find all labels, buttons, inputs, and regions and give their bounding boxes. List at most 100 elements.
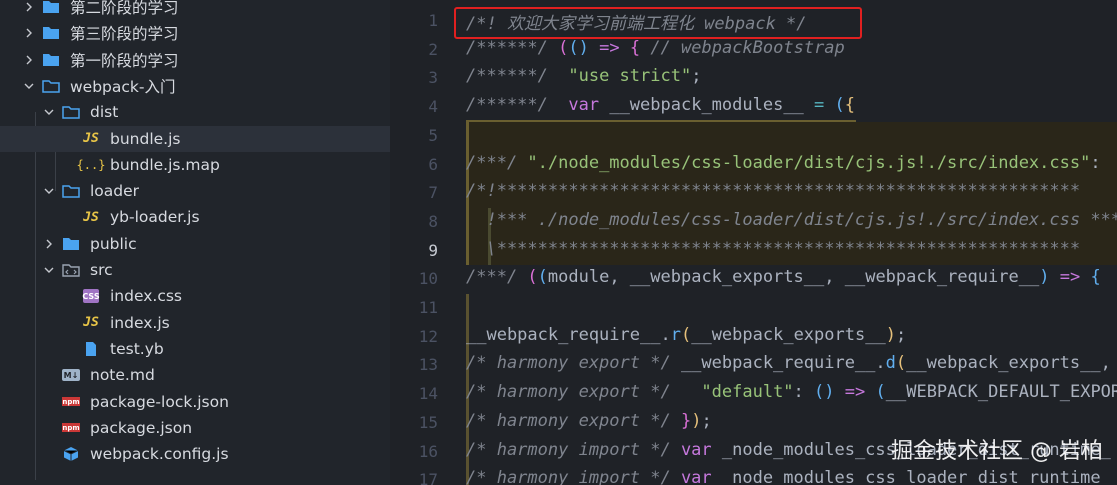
chevron-right-icon[interactable]: [22, 0, 36, 14]
file-row[interactable]: M↓ note.md: [0, 362, 390, 388]
line-number: 8: [428, 211, 438, 231]
chevron-down-icon[interactable]: [42, 105, 56, 119]
code-token: "./node_modules/css-loader/dist/cjs.js!.…: [527, 152, 1091, 173]
line-number: 5: [428, 125, 438, 145]
code-token: (: [680, 324, 692, 345]
code-editor[interactable]: 1/*! 欢迎大家学习前端工程化 webpack */2/******/ (()…: [390, 0, 1117, 485]
editor-top-edge: [390, 0, 1117, 5]
chevron-down-icon[interactable]: [22, 79, 36, 93]
code-token: /* harmony export */: [466, 353, 681, 374]
file-row[interactable]: test.yb: [0, 336, 390, 362]
file-row[interactable]: CSS index.css: [0, 283, 390, 309]
code-line[interactable]: \***************************************…: [466, 239, 1080, 259]
tree-item-label: package.json: [90, 418, 193, 437]
folder-icon: [42, 51, 60, 69]
code-line[interactable]: /*!*************************************…: [466, 181, 1080, 201]
code-token: :: [1090, 152, 1101, 173]
code-token: r: [670, 324, 681, 345]
chevron-right-icon[interactable]: [22, 26, 36, 40]
code-line[interactable]: /******/ (() => { // webpackBootstrap: [466, 38, 845, 58]
code-line[interactable]: /* harmony export */ "default": () => (_…: [466, 382, 1117, 402]
chevron-down-icon[interactable]: [42, 184, 56, 198]
tree-item-label: webpack.config.js: [90, 445, 229, 464]
line-number: 14: [418, 384, 438, 404]
code-token: module, __webpack_exports__, __webpack_r…: [547, 267, 1040, 288]
code-line[interactable]: __webpack_require__.r(__webpack_exports_…: [466, 325, 906, 345]
webpack-config-icon: [62, 445, 80, 463]
code-token: ;: [691, 66, 702, 87]
folder-icon: [42, 77, 60, 95]
folder-icon: [62, 103, 80, 121]
code-token: var: [568, 95, 600, 116]
code-line[interactable]: /***/ "./node_modules/css-loader/dist/cj…: [466, 153, 1101, 173]
code-token: }: [680, 410, 692, 431]
line-number: 17: [418, 470, 438, 485]
line-number: 10: [418, 269, 438, 289]
code-line[interactable]: /******/ var __webpack_modules__ = ({: [466, 95, 855, 115]
folder-row[interactable]: 第一阶段的学习: [0, 47, 390, 73]
line-number: 3: [428, 68, 438, 88]
code-token: =>: [1059, 267, 1081, 288]
folder-row[interactable]: public: [0, 231, 390, 257]
file-row[interactable]: JS index.js: [0, 310, 390, 336]
code-token: /* harmony import */: [466, 468, 681, 485]
line-number: 12: [418, 326, 438, 346]
chevron-down-icon[interactable]: [42, 263, 56, 277]
markdown-file-icon: M↓: [62, 369, 80, 382]
tree-item-label: index.css: [110, 287, 183, 306]
folder-icon: [42, 24, 60, 42]
file-row[interactable]: npm package.json: [0, 415, 390, 441]
code-token: !*** ./node_modules/css-loader/dist/cjs.…: [466, 209, 1117, 230]
folder-icon: [62, 182, 80, 200]
code-line[interactable]: /******/ "use strict";: [466, 66, 701, 86]
folder-row[interactable]: loader: [0, 178, 390, 204]
file-row[interactable]: JS bundle.js: [0, 125, 390, 152]
chevron-right-icon[interactable]: [22, 53, 36, 67]
code-token: ): [1039, 267, 1050, 288]
folder-row[interactable]: webpack-入门: [0, 73, 390, 99]
tree-item-label: bundle.js.map: [110, 155, 220, 174]
code-token: (): [568, 37, 600, 58]
code-token: __webpack_require__: [680, 353, 876, 374]
tree-item-label: package-lock.json: [90, 392, 229, 411]
line-number: 6: [428, 154, 438, 174]
code-token: var: [680, 439, 712, 460]
code-token: /******/: [466, 95, 559, 116]
tree-item-label: public: [90, 234, 137, 253]
code-line[interactable]: !*** ./node_modules/css-loader/dist/cjs.…: [466, 210, 1117, 230]
code-token: (: [834, 95, 845, 116]
file-row[interactable]: npm package-lock.json: [0, 389, 390, 415]
code-token: ;: [701, 410, 712, 431]
folder-row[interactable]: 第三阶段的学习: [0, 20, 390, 46]
code-token: (: [875, 382, 886, 403]
tree-item-label: test.yb: [110, 339, 164, 358]
npm-file-icon: npm: [62, 397, 80, 406]
code-token: =: [814, 95, 825, 116]
code-line[interactable]: /* harmony export */ __webpack_require__…: [466, 353, 1117, 373]
file-row[interactable]: JS yb-loader.js: [0, 204, 390, 230]
code-token: "use strict": [568, 66, 692, 87]
file-row[interactable]: webpack.config.js: [0, 441, 390, 467]
folder-row[interactable]: 第二阶段的学习: [0, 0, 390, 20]
tree-item-label: 第二阶段的学习: [70, 0, 179, 17]
line-number: 2: [428, 39, 438, 59]
annotation-highlight-box: [454, 7, 862, 39]
line-number: 13: [418, 355, 438, 375]
code-token: .: [660, 324, 671, 345]
code-token: \***************************************…: [466, 238, 1081, 259]
code-token: __webpack_exports__,: [906, 353, 1117, 374]
folder-row[interactable]: src: [0, 257, 390, 283]
code-token: /* harmony export */: [466, 410, 681, 431]
code-line[interactable]: /***/ ((module, __webpack_exports__, __w…: [466, 267, 1101, 287]
indent-guide-line: [466, 119, 856, 122]
chevron-right-icon[interactable]: [42, 237, 56, 251]
code-line[interactable]: /* harmony import */ var _node_modules_c…: [466, 468, 1111, 485]
code-line[interactable]: /* harmony export */ });: [466, 411, 712, 431]
folder-row[interactable]: dist: [0, 99, 390, 125]
file-row[interactable]: {..} bundle.js.map: [0, 152, 390, 178]
